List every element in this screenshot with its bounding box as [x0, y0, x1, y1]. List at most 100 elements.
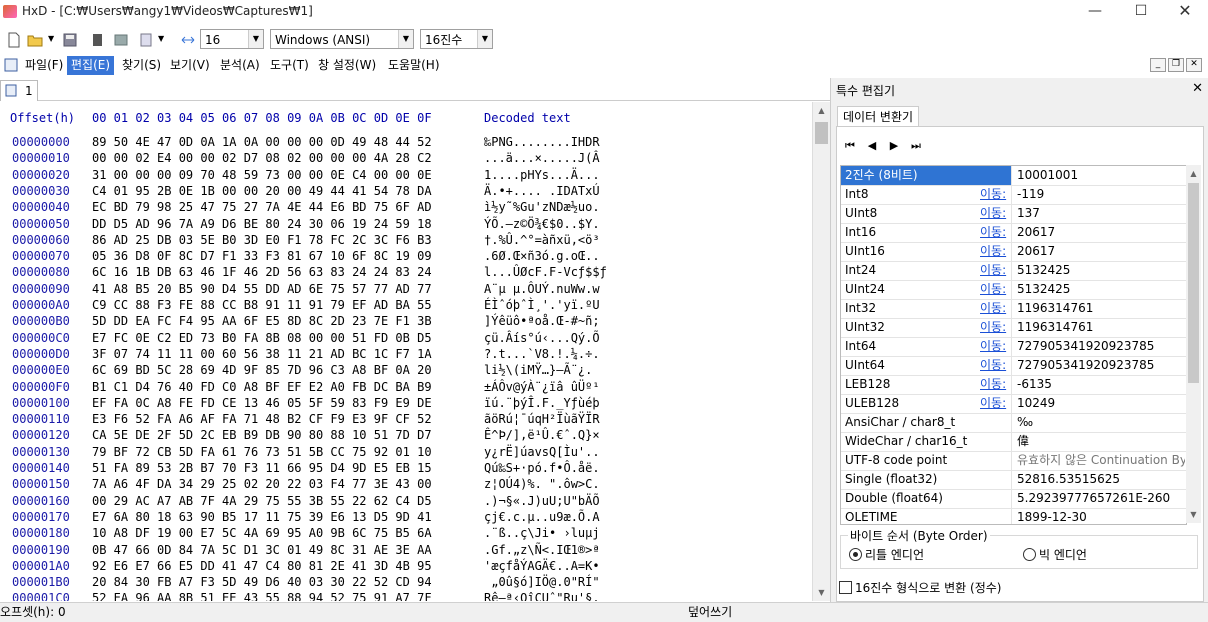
row-decoded-text[interactable]: ÉÌˆóþˆÌ¸'.'yï.ºU — [484, 298, 600, 312]
inspector-row[interactable]: Int64 이동: 727905341920923785 — [841, 337, 1186, 357]
mdi-minimize-button[interactable]: _ — [1150, 58, 1166, 72]
little-endian-radio[interactable]: 리틀 엔디언 — [849, 546, 924, 563]
row-hex-bytes[interactable]: 20 84 30 FB A7 F3 5D 49 D6 40 03 30 22 5… — [92, 575, 432, 589]
menu-help[interactable]: 도움말(H) — [384, 56, 444, 75]
row-hex-bytes[interactable]: 00 00 02 E4 00 00 02 D7 08 02 00 00 00 4… — [92, 151, 432, 165]
hex-row[interactable]: 00000130 79 BF 72 CB 5D FA 61 76 73 51 5B… — [0, 445, 811, 461]
inspector-value[interactable]: 10001001 — [1017, 166, 1185, 185]
hex-row[interactable]: 00000150 7A A6 4F DA 34 29 25 02 20 22 03… — [0, 477, 811, 493]
close-button[interactable]: ✕ — [1162, 0, 1208, 24]
row-decoded-text[interactable]: ‰PNG........IHDR — [484, 135, 600, 149]
status-mode[interactable]: 덮어쓰기 — [688, 603, 732, 622]
goto-link[interactable]: 이동: — [980, 185, 1006, 204]
row-decoded-text[interactable]: çü.Âís°ú‹...Qý.Õ — [484, 331, 600, 345]
inspector-value[interactable]: 137 — [1017, 204, 1185, 223]
ram-icon[interactable] — [90, 32, 106, 48]
goto-link[interactable]: 이동: — [980, 261, 1006, 280]
hex-row[interactable]: 000001B0 20 84 30 FB A7 F3 5D 49 D6 40 03… — [0, 575, 811, 591]
inspector-value[interactable]: 5.29239777657261E-260 — [1017, 489, 1185, 508]
row-hex-bytes[interactable]: 41 A8 B5 20 B5 90 D4 55 DD AD 6E 75 57 7… — [92, 282, 432, 296]
inspector-row[interactable]: 2진수 (8비트) 10001001 — [841, 166, 1186, 186]
close-icon[interactable]: ✕ — [1192, 81, 1203, 96]
hex-row[interactable]: 000000E0 6C 69 BD 5C 28 69 4D 9F 85 7D 96… — [0, 363, 811, 379]
row-decoded-text[interactable]: 'æçfåÝAGÄ€..A=K• — [484, 559, 600, 573]
hex-row[interactable]: 000001A0 92 E6 E7 66 E5 DD 41 47 C4 80 81… — [0, 559, 811, 575]
hex-row[interactable]: 000000A0 C9 CC 88 F3 FE 88 CC B8 91 11 91… — [0, 298, 811, 314]
inspector-value[interactable]: 20617 — [1017, 242, 1185, 261]
menu-analysis[interactable]: 분석(A) — [216, 56, 264, 75]
inspector-row[interactable]: OLETIME 1899-12-30 — [841, 508, 1186, 524]
menu-edit[interactable]: 편집(E) — [67, 56, 115, 75]
row-decoded-text[interactable]: †.%Û.^°=àñxü,<ö³ — [484, 233, 600, 247]
last-icon[interactable]: ⏭ — [909, 139, 923, 153]
scroll-thumb[interactable] — [1188, 183, 1199, 383]
row-hex-bytes[interactable]: 79 BF 72 CB 5D FA 61 76 73 51 5B CC 75 9… — [92, 445, 432, 459]
menu-view[interactable]: 보기(V) — [166, 56, 214, 75]
hex-row[interactable]: 00000180 10 A8 DF 19 00 E7 5C 4A 69 95 A0… — [0, 526, 811, 542]
new-file-icon[interactable] — [6, 32, 22, 48]
row-decoded-text[interactable]: z¦OÚ4)%. ".ôw>C. — [484, 477, 600, 491]
hex-row[interactable]: 00000080 6C 16 1B DB 63 46 1F 46 2D 56 63… — [0, 265, 811, 281]
row-decoded-text[interactable]: Ê^Þ/],ë¹Û.€ˆ.Q}× — [484, 428, 600, 442]
hex-row[interactable]: 00000120 CA 5E DE 2F 5D 2C EB B9 DB 90 80… — [0, 428, 811, 444]
row-hex-bytes[interactable]: B1 C1 D4 76 40 FD C0 A8 BF EF E2 A0 FB D… — [92, 380, 432, 394]
hex-row[interactable]: 00000000 89 50 4E 47 0D 0A 1A 0A 00 00 00… — [0, 135, 811, 151]
row-hex-bytes[interactable]: 5D DD EA FC F4 95 AA 6F E5 8D 8C 2D 23 7… — [92, 314, 432, 328]
row-decoded-text[interactable]: .¨ß..ç\Ji• ›luµj — [484, 526, 600, 540]
bytes-per-row-select[interactable]: 16 ▼ — [200, 29, 264, 49]
menu-window[interactable]: 창 설정(W) — [314, 56, 380, 75]
goto-link[interactable]: 이동: — [980, 394, 1006, 413]
row-hex-bytes[interactable]: 52 EA 96 AA 8B 51 EE 43 55 88 94 52 75 9… — [92, 591, 432, 601]
inspector-row[interactable]: Int24 이동: 5132425 — [841, 261, 1186, 281]
inspector-row[interactable]: Int16 이동: 20617 — [841, 223, 1186, 243]
row-decoded-text[interactable]: Rê–ª‹QîCUˆ"Ru'§. — [484, 591, 600, 601]
inspector-row[interactable]: UInt32 이동: 1196314761 — [841, 318, 1186, 338]
inspector-row[interactable]: UInt8 이동: 137 — [841, 204, 1186, 224]
inspector-row[interactable]: Int8 이동: -119 — [841, 185, 1186, 205]
hex-row[interactable]: 00000060 86 AD 25 DB 03 5E B0 3D E0 F1 78… — [0, 233, 811, 249]
row-hex-bytes[interactable]: C9 CC 88 F3 FE 88 CC B8 91 11 91 79 EF A… — [92, 298, 432, 312]
hex-row[interactable]: 000001C0 52 EA 96 AA 8B 51 EE 43 55 88 94… — [0, 591, 811, 601]
hex-row[interactable]: 00000170 E7 6A 80 18 63 90 B5 17 11 75 39… — [0, 510, 811, 526]
inspector-value[interactable]: 727905341920923785 — [1017, 337, 1185, 356]
inspector-scrollbar[interactable]: ▲ ▼ — [1186, 165, 1201, 523]
row-hex-bytes[interactable]: 92 E6 E7 66 E5 DD 41 47 C4 80 81 2E 41 3… — [92, 559, 432, 573]
inspector-value[interactable]: 1899-12-30 — [1017, 508, 1185, 524]
save-icon[interactable] — [62, 32, 78, 48]
row-hex-bytes[interactable]: C4 01 95 2B 0E 1B 00 00 20 00 49 44 41 5… — [92, 184, 432, 198]
inspector-value[interactable]: 727905341920923785 — [1017, 356, 1185, 375]
row-hex-bytes[interactable]: E3 F6 52 FA A6 AF FA 71 48 B2 CF F9 E3 9… — [92, 412, 432, 426]
row-hex-bytes[interactable]: 86 AD 25 DB 03 5E B0 3D E0 F1 78 FC 2C 3… — [92, 233, 432, 247]
row-hex-bytes[interactable]: CA 5E DE 2F 5D 2C EB B9 DB 90 80 88 10 5… — [92, 428, 432, 442]
inspector-row[interactable]: UInt24 이동: 5132425 — [841, 280, 1186, 300]
row-decoded-text[interactable]: .)¬§«.J)uU;U"bÄÕ — [484, 494, 600, 508]
row-hex-bytes[interactable]: E7 FC 0E C2 ED 73 B0 FA 8B 08 00 00 51 F… — [92, 331, 432, 345]
row-decoded-text[interactable]: ?.t...`V8.!.¼.÷. — [484, 347, 600, 361]
mdi-close-button[interactable]: ✕ — [1186, 58, 1202, 72]
hex-editor[interactable]: Offset(h) 00 01 02 03 04 05 06 07 08 09 … — [0, 102, 811, 601]
row-hex-bytes[interactable]: 0B 47 66 0D 84 7A 5C D1 3C 01 49 8C 31 A… — [92, 543, 432, 557]
menu-file[interactable]: 파일(F) — [21, 56, 67, 75]
row-hex-bytes[interactable]: 6C 16 1B DB 63 46 1F 46 2D 56 63 83 24 2… — [92, 265, 432, 279]
hex-row[interactable]: 000000C0 E7 FC 0E C2 ED 73 B0 FA 8B 08 00… — [0, 331, 811, 347]
charset-select[interactable]: Windows (ANSI) ▼ — [270, 29, 414, 49]
row-hex-bytes[interactable]: 6C 69 BD 5C 28 69 4D 9F 85 7D 96 C3 A8 B… — [92, 363, 432, 377]
hex-row[interactable]: 00000020 31 00 00 00 09 70 48 59 73 00 00… — [0, 168, 811, 184]
row-decoded-text[interactable]: .Gf.„z\Ñ<.IŒ1®>ª — [484, 543, 600, 557]
row-decoded-text[interactable]: ì½y˜%Gu'zNDæ½uo. — [484, 200, 600, 214]
goto-link[interactable]: 이동: — [980, 280, 1006, 299]
hex-row[interactable]: 00000190 0B 47 66 0D 84 7A 5C D1 3C 01 49… — [0, 543, 811, 559]
inspector-value[interactable]: 5132425 — [1017, 280, 1185, 299]
goto-link[interactable]: 이동: — [980, 204, 1006, 223]
inspector-value[interactable]: 偉 — [1017, 432, 1185, 451]
inspector-value[interactable]: ‰ — [1017, 413, 1185, 432]
big-endian-radio[interactable]: 빅 엔디언 — [1023, 546, 1087, 563]
inspector-row[interactable]: UInt16 이동: 20617 — [841, 242, 1186, 262]
inspector-value[interactable]: -119 — [1017, 185, 1185, 204]
inspector-value[interactable]: 1196314761 — [1017, 299, 1185, 318]
hex-row[interactable]: 00000100 EF FA 0C A8 FE FD CE 13 46 05 5F… — [0, 396, 811, 412]
inspector-value[interactable]: -6135 — [1017, 375, 1185, 394]
inspector-value[interactable]: 10249 — [1017, 394, 1185, 413]
row-hex-bytes[interactable]: 89 50 4E 47 0D 0A 1A 0A 00 00 00 0D 49 4… — [92, 135, 432, 149]
row-decoded-text[interactable]: ]Ýêüô•ªoå.Œ-#~ñ; — [484, 314, 600, 328]
